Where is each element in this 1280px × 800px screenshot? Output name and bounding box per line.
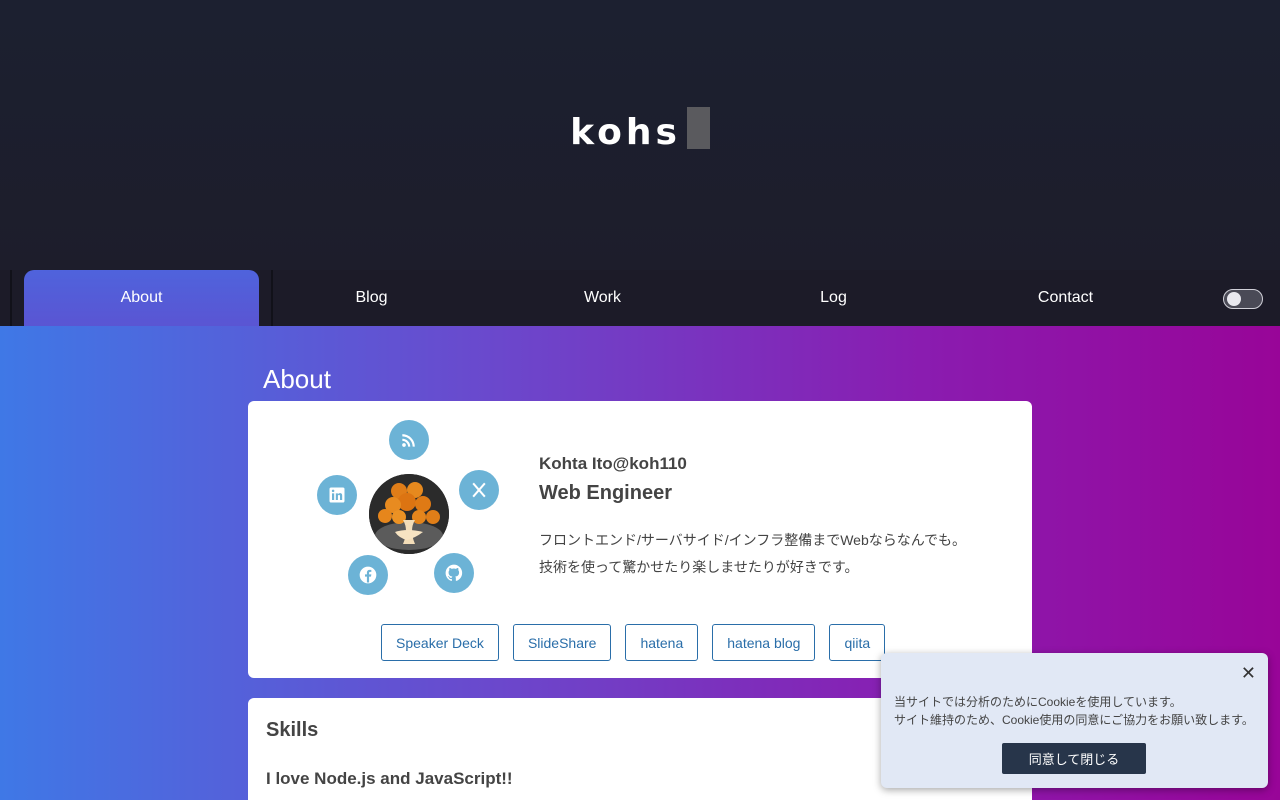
nav-item-about[interactable]: About: [24, 270, 259, 326]
close-icon[interactable]: ✕: [1241, 663, 1256, 684]
typing-cursor: [686, 107, 710, 149]
hero-header: kohs: [0, 0, 1280, 270]
slideshare-link[interactable]: SlideShare: [512, 624, 612, 661]
profile-role: Web Engineer: [539, 482, 672, 504]
theme-toggle[interactable]: [1223, 289, 1263, 309]
speakerdeck-link[interactable]: Speaker Deck: [381, 624, 499, 661]
cookie-line: 当サイトでは分析のためにCookieを使用しています。: [894, 695, 1182, 709]
skills-title: Skills: [266, 719, 319, 741]
profile-handle: Kohta Ito@koh110: [539, 454, 687, 473]
profile-card: Kohta Ito@koh110 Web Engineer フロントエンド/サー…: [248, 401, 1032, 678]
x-icon[interactable]: [459, 470, 499, 510]
nav-item-work[interactable]: Work: [485, 270, 720, 326]
facebook-icon[interactable]: [348, 555, 388, 595]
profile-bio: フロントエンド/サーバサイド/インフラ整備までWebならなんでも。 技術を使って…: [539, 527, 966, 581]
bio-line: 技術を使って驚かせたり楽しませたりが好きです。: [539, 559, 859, 575]
toggle-knob: [1227, 292, 1241, 306]
main-nav: About Blog Work Log Contact: [0, 270, 1280, 326]
nav-item-contact[interactable]: Contact: [948, 270, 1183, 326]
cookie-line: サイト維持のため、Cookie使用の同意にご協力をお願い致します。: [894, 713, 1254, 727]
avatar: [369, 474, 449, 554]
qiita-link[interactable]: qiita: [829, 624, 886, 661]
site-logo: kohs: [0, 107, 1280, 153]
nav-item-blog[interactable]: Blog: [254, 270, 489, 326]
bio-line: フロントエンド/サーバサイド/インフラ整備までWebならなんでも。: [539, 532, 967, 548]
cookie-accept-button[interactable]: 同意して閉じる: [1002, 743, 1146, 774]
hatena-blog-link[interactable]: hatena blog: [712, 624, 816, 661]
profile-links: Speaker Deck SlideShare hatena hatena bl…: [381, 624, 886, 661]
skills-subtitle: I love Node.js and JavaScript!!: [266, 769, 513, 788]
cookie-banner: ✕ 当サイトでは分析のためにCookieを使用しています。 サイト維持のため、C…: [881, 653, 1268, 788]
github-icon[interactable]: [434, 553, 474, 593]
cookie-message: 当サイトでは分析のためにCookieを使用しています。 サイト維持のため、Coo…: [894, 693, 1254, 729]
nav-separator: [10, 270, 12, 326]
nav-item-log[interactable]: Log: [716, 270, 951, 326]
logo-text: kohs: [570, 111, 681, 153]
section-title: About: [263, 364, 331, 394]
hatena-link[interactable]: hatena: [625, 624, 699, 661]
linkedin-icon[interactable]: [317, 475, 357, 515]
rss-icon[interactable]: [389, 420, 429, 460]
